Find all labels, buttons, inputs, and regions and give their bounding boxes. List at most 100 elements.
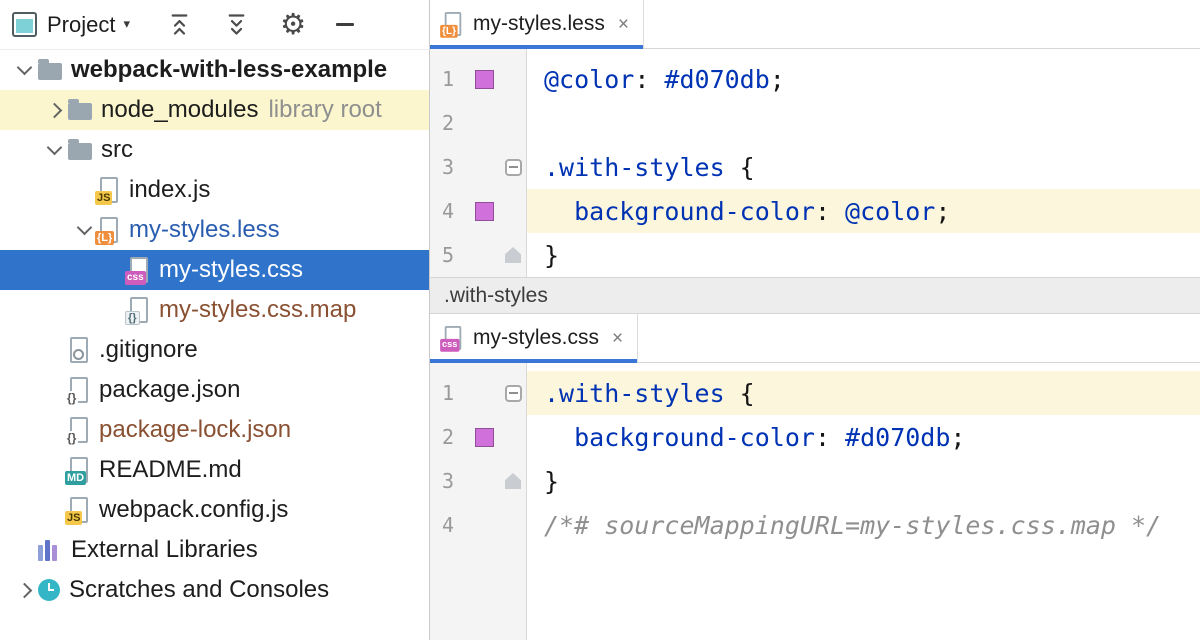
libraries-icon — [38, 539, 62, 561]
tree-item-my-styles-css-map[interactable]: {} my-styles.css.map — [0, 290, 429, 330]
top-editor-code[interactable]: @color: #d070db; .with-styles { backgroun… — [527, 49, 1200, 277]
fold-cell — [500, 473, 526, 489]
expand-all-icon[interactable] — [223, 11, 250, 38]
folder-icon — [38, 63, 62, 80]
settings-gear-icon[interactable]: ⚙ — [280, 10, 306, 39]
breadcrumbs-bar: .with-styles — [430, 277, 1200, 314]
hide-panel-icon[interactable] — [336, 23, 354, 26]
top-editor-body[interactable]: 1 2 3 4 5 @color: #d070db; .with-styles { bac… — [430, 49, 1200, 277]
chevron-down-icon[interactable] — [40, 147, 68, 153]
line-number: 2 — [430, 111, 468, 135]
swatch-cell — [468, 70, 500, 89]
tree-item-my-styles-less[interactable]: {L}my-styles.less — [0, 210, 429, 250]
color-swatch[interactable] — [475, 70, 494, 89]
gutter-line: 2 — [430, 101, 526, 145]
gutter-line: 4 — [430, 503, 526, 547]
project-tool-window-icon[interactable] — [12, 12, 37, 37]
line-number: 4 — [430, 513, 468, 537]
fold-cell — [500, 385, 526, 402]
tree-item-label: .gitignore — [99, 336, 198, 364]
tree-item-label: my-styles.css.map — [159, 296, 356, 324]
tree-item-label: webpack.config.js — [99, 496, 288, 524]
chevron-right-icon[interactable] — [40, 105, 68, 116]
tree-item-webpack-config-js[interactable]: JS webpack.config.js — [0, 490, 429, 530]
code-line[interactable] — [527, 101, 1200, 145]
tree-item-label: package-lock.json — [99, 416, 291, 444]
tree-item-node-modules[interactable]: node_moduleslibrary root — [0, 90, 429, 130]
dropdown-caret-icon[interactable]: ▾ — [123, 17, 130, 32]
code-line[interactable]: @color: #d070db; — [527, 57, 1200, 101]
tree-item-label: node_modules — [101, 96, 258, 124]
chevron-right-icon[interactable] — [10, 585, 38, 596]
swatch-cell — [468, 202, 500, 221]
fold-start-icon[interactable] — [505, 159, 522, 176]
tree-item-label: package.json — [99, 376, 240, 404]
map-icon: {} — [128, 297, 150, 323]
tree-item-label: Scratches and Consoles — [69, 576, 329, 604]
top-editor-gutter: 1 2 3 4 5 — [430, 49, 527, 277]
tree-item-package-lock-json[interactable]: {}package-lock.json — [0, 410, 429, 450]
line-number: 4 — [430, 199, 468, 223]
toolbar-icons: ⚙ — [166, 10, 354, 39]
tree-item-label: webpack-with-less-example — [71, 56, 387, 84]
tab-my-styles-css[interactable]: css my-styles.css × — [430, 314, 638, 362]
fold-start-icon[interactable] — [505, 385, 522, 402]
code-line[interactable]: } — [527, 233, 1200, 277]
tree-item-readme-md[interactable]: MD README.md — [0, 450, 429, 490]
line-number: 3 — [430, 469, 468, 493]
json-icon: {} — [68, 377, 90, 403]
bottom-editor-code[interactable]: .with-styles { background-color: #d070db… — [527, 363, 1200, 640]
tree-item-package-json[interactable]: {} package.json — [0, 370, 429, 410]
tree-item-webpack-with-less-example[interactable]: webpack-with-less-example — [0, 50, 429, 90]
tree-item-index-js[interactable]: JSindex.js — [0, 170, 429, 210]
chevron-down-icon[interactable] — [10, 67, 38, 73]
gutter-line: 3 — [430, 459, 526, 503]
tree-item-label: src — [101, 136, 133, 164]
project-panel-title[interactable]: Project — [47, 12, 115, 38]
scratches-icon — [38, 579, 60, 601]
tree-item-src[interactable]: src — [0, 130, 429, 170]
line-number: 1 — [430, 67, 468, 91]
code-line[interactable]: background-color: #d070db; — [527, 415, 1200, 459]
tree-item-label: External Libraries — [71, 536, 258, 564]
fold-end-icon[interactable] — [505, 247, 521, 263]
project-tree: webpack-with-less-example node_moduleslib… — [0, 50, 429, 640]
js-icon: JS — [68, 497, 90, 523]
close-tab-icon[interactable]: × — [618, 15, 629, 34]
color-swatch[interactable] — [475, 202, 494, 221]
tree-item-scratches-and-consoles[interactable]: Scratches and Consoles — [0, 570, 429, 610]
collapse-all-icon[interactable] — [166, 11, 193, 38]
gutter-line: 1 — [430, 371, 526, 415]
md-icon: MD — [68, 457, 90, 483]
code-line[interactable]: .with-styles { — [527, 145, 1200, 189]
code-line[interactable]: /*# sourceMappingURL=my-styles.css.map *… — [527, 503, 1200, 547]
editor-area: {L} my-styles.less × 1 2 3 4 5 @color: #d070… — [430, 0, 1200, 640]
line-number: 5 — [430, 243, 468, 267]
chevron-down-icon[interactable] — [70, 227, 98, 233]
less-badge: {L} — [440, 25, 458, 38]
fold-cell — [500, 159, 526, 176]
tree-item-label: index.js — [129, 176, 210, 204]
editor-bottom: css my-styles.css × 1234 .with-styles { … — [430, 314, 1200, 640]
tree-item-external-libraries[interactable]: External Libraries — [0, 530, 429, 570]
gutter-line: 4 — [430, 189, 526, 233]
less-icon: {L} — [98, 217, 120, 243]
tree-item-gitignore[interactable]: .gitignore — [0, 330, 429, 370]
code-line[interactable]: } — [527, 459, 1200, 503]
tree-item-my-styles-css[interactable]: cssmy-styles.css — [0, 250, 429, 290]
color-swatch[interactable] — [475, 428, 494, 447]
tab-my-styles-less[interactable]: {L} my-styles.less × — [430, 0, 644, 48]
tree-item-label: README.md — [99, 456, 242, 484]
css-icon: css — [128, 257, 150, 283]
code-line[interactable]: background-color: @color; — [527, 189, 1200, 233]
project-panel: Project ▾ ⚙ webpack-with-less-example nod… — [0, 0, 430, 640]
line-number: 3 — [430, 155, 468, 179]
breadcrumb-item[interactable]: .with-styles — [444, 284, 548, 308]
bottom-editor-body[interactable]: 1234 .with-styles { background-color: #d… — [430, 363, 1200, 640]
close-tab-icon[interactable]: × — [612, 329, 623, 348]
fold-end-icon[interactable] — [505, 473, 521, 489]
gutter-line: 5 — [430, 233, 526, 277]
code-line[interactable]: .with-styles { — [527, 371, 1200, 415]
ide-window: Project ▾ ⚙ webpack-with-less-example nod… — [0, 0, 1200, 640]
editor-top: {L} my-styles.less × 1 2 3 4 5 @color: #d070… — [430, 0, 1200, 277]
